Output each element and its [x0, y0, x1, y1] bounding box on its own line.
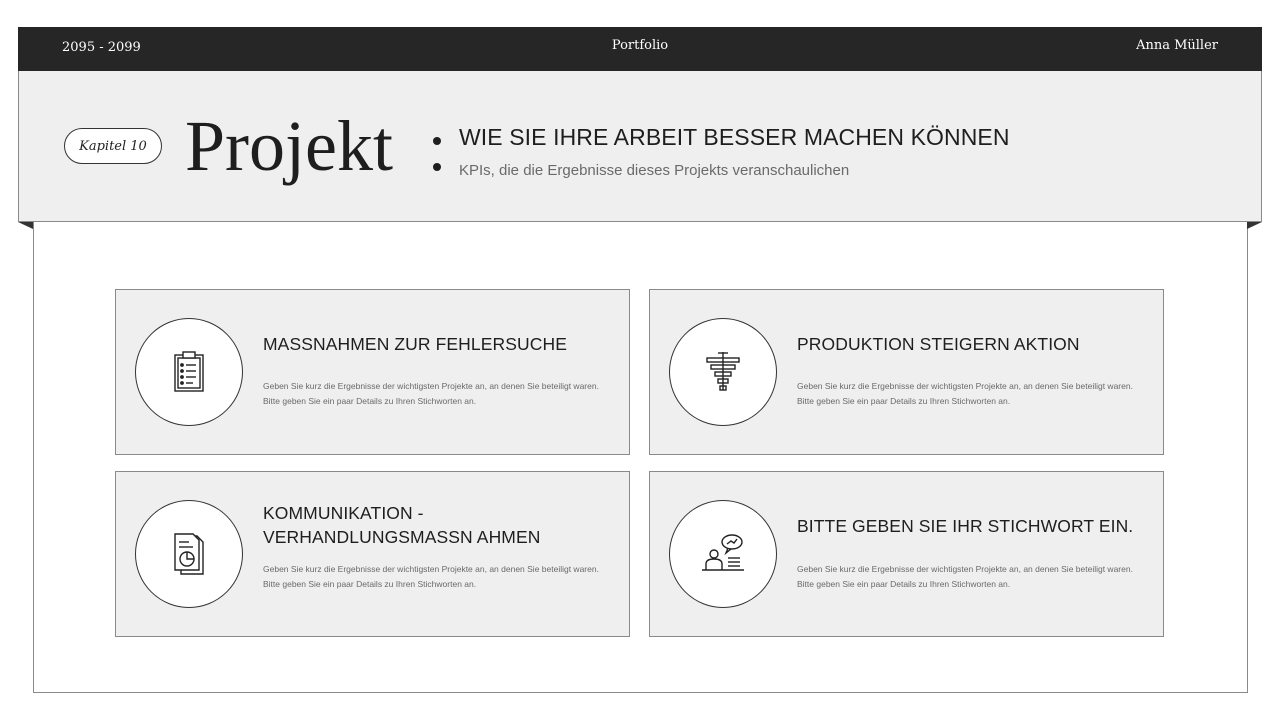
page-title: Projekt [185, 106, 393, 186]
ribbon-fold-left [18, 222, 33, 229]
top-bar: 2095 - 2099 Portfolio Anna Müller [18, 27, 1262, 71]
ribbon-fold-right [1247, 222, 1262, 229]
card-title: MASSNAHMEN ZUR FEHLERSUCHE [263, 334, 568, 354]
card-title: PRODUKTION STEIGERN AKTION [797, 334, 1080, 354]
kpi-card-production: PRODUKTION STEIGERN AKTION Geben Sie kur… [649, 289, 1164, 455]
author-name: Anna Müller [1136, 38, 1218, 53]
card-description: Geben Sie kurz die Ergebnisse der wichti… [263, 381, 599, 406]
header-banner: Kapitel 10 Projekt WIE SIE IHRE ARBEIT B… [18, 71, 1262, 222]
kpi-card-keyword: BITTE GEBEN SIE IHR STICHWORT EIN. Geben… [649, 471, 1164, 637]
presenter-speech-icon [669, 500, 777, 608]
card-description: Geben Sie kurz die Ergebnisse der wichti… [263, 564, 599, 589]
clipboard-checklist-icon [135, 318, 243, 426]
chapter-badge: Kapitel 10 [64, 128, 162, 164]
report-pie-document-icon [135, 500, 243, 608]
card-title: KOMMUNIKATION - VERHANDLUNGSMASSN AHMEN [263, 503, 541, 547]
kpi-card-troubleshooting: MASSNAHMEN ZUR FEHLERSUCHE Geben Sie kur… [115, 289, 630, 455]
card-description: Geben Sie kurz die Ergebnisse der wichti… [797, 564, 1133, 589]
funnel-bars-icon [669, 318, 777, 426]
section-heading: WIE SIE IHRE ARBEIT BESSER MACHEN KÖNNEN [459, 124, 1010, 150]
card-description: Geben Sie kurz die Ergebnisse der wichti… [797, 381, 1133, 406]
title-colon [431, 131, 441, 173]
card-title: BITTE GEBEN SIE IHR STICHWORT EIN. [797, 516, 1134, 536]
kpi-card-communication: KOMMUNIKATION - VERHANDLUNGSMASSN AHMEN … [115, 471, 630, 637]
section-subtitle: KPIs, die die Ergebnisse dieses Projekts… [459, 162, 850, 179]
portfolio-title: Portfolio [611, 38, 669, 53]
